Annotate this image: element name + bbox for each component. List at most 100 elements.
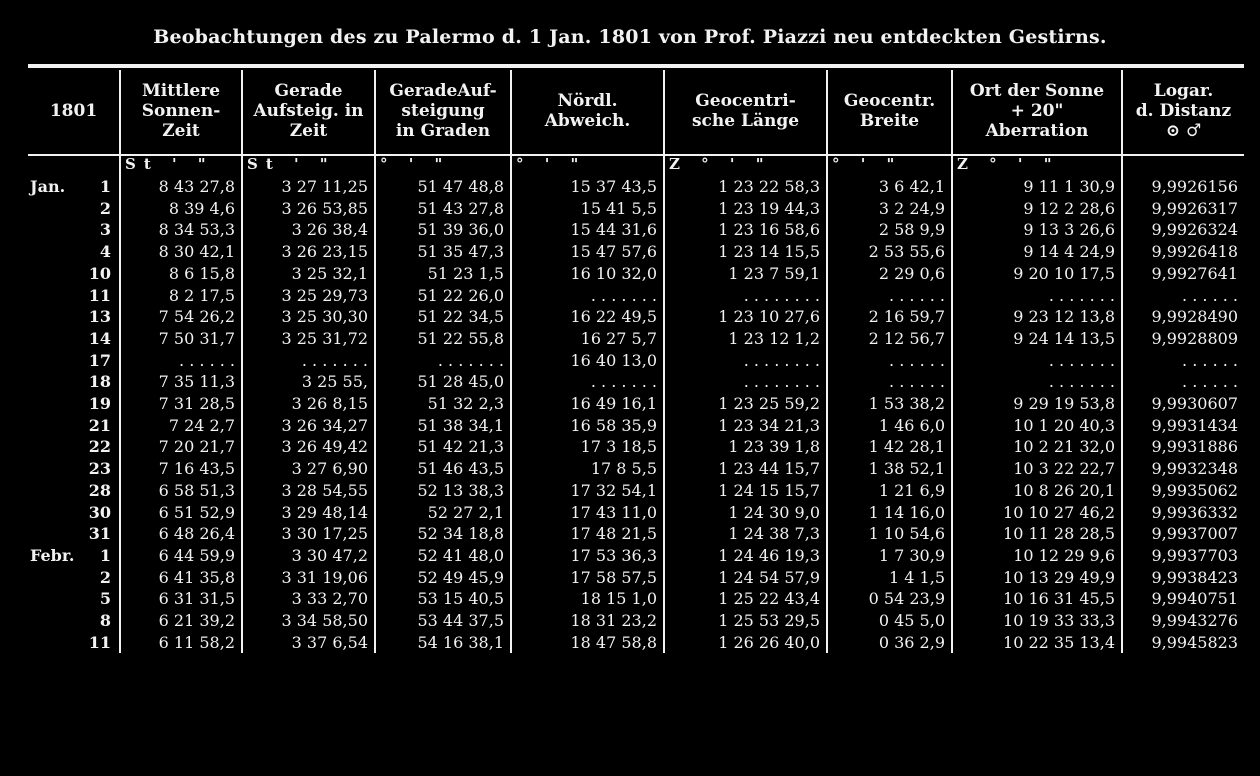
header-line: 1801 bbox=[49, 101, 98, 121]
cell-north-declination: 15 47 57,6 bbox=[510, 241, 664, 263]
cell-geocentric-longitude: 1 24 15 15,7 bbox=[663, 479, 827, 502]
cell-right-ascension-time: . . . . . . . bbox=[241, 349, 375, 372]
cell-right-ascension-degrees: 53 15 40,5 bbox=[374, 588, 511, 611]
cell-geocentric-latitude: 1 14 16,0 bbox=[826, 501, 952, 524]
cell-geocentric-longitude: 1 23 7 59,1 bbox=[663, 262, 827, 285]
units-row: St ' " St ' " ° ' " ° ' " Z ° ' " ° ' " Z ° ' … bbox=[28, 152, 1244, 176]
header-year: 1801 bbox=[28, 70, 120, 152]
cell-log-distance: 9,9931434 bbox=[1121, 414, 1244, 437]
cell-mean-solar-time: 6 21 39,2 bbox=[119, 610, 242, 632]
date-cell: 2 bbox=[28, 198, 120, 220]
header-line: GeradeAuf- bbox=[389, 81, 497, 101]
date-cell: 14 bbox=[28, 328, 120, 350]
header-line: Logar. bbox=[1153, 81, 1214, 101]
header-line: Gerade bbox=[274, 81, 343, 101]
table-row: 8 6 21 39,2 3 34 58,50 53 44 37,5 18 31 23,2… bbox=[28, 610, 1244, 632]
cell-right-ascension-time: 3 30 17,25 bbox=[241, 523, 375, 545]
cell-right-ascension-degrees: 52 27 2,1 bbox=[374, 501, 511, 524]
unit-cell: St ' " bbox=[241, 152, 375, 176]
cell-right-ascension-degrees: 51 32 2,3 bbox=[374, 393, 511, 415]
unit-label: St ' " bbox=[125, 155, 214, 173]
cell-right-ascension-degrees: . . . . . . . bbox=[374, 349, 511, 372]
cell-right-ascension-time: 3 26 49,42 bbox=[241, 436, 375, 459]
cell-geocentric-longitude: 1 23 34 21,3 bbox=[663, 414, 827, 437]
cell-north-declination: 18 15 1,0 bbox=[510, 588, 664, 611]
cell-geocentric-longitude: 1 24 54 57,9 bbox=[663, 566, 827, 589]
table-row: 3 8 34 53,3 3 26 38,4 51 39 36,0 15 44 31,6 1… bbox=[28, 219, 1244, 242]
cell-geocentric-longitude: 1 23 16 58,6 bbox=[663, 219, 827, 242]
cell-geocentric-longitude: 1 25 53 29,5 bbox=[663, 610, 827, 632]
page: Beobachtungen des zu Palermo d. 1 Jan. 1… bbox=[0, 0, 1260, 776]
cell-north-declination: 16 22 49,5 bbox=[510, 306, 664, 328]
unit-cell: Z ° ' " bbox=[663, 152, 827, 176]
cell-right-ascension-degrees: 51 35 47,3 bbox=[374, 241, 511, 263]
date-cell: 28 bbox=[28, 480, 120, 502]
header-north-declination: Nördl. Abweich. bbox=[510, 70, 664, 152]
table-body: Jan. 1 8 43 27,8 3 27 11,25 51 47 48,8 15 37 … bbox=[28, 176, 1244, 654]
table-row: 4 8 30 42,1 3 26 23,15 51 35 47,3 15 47 57,6… bbox=[28, 241, 1244, 263]
table-row: 28 6 58 51,3 3 28 54,55 52 13 38,3 17 32 54,… bbox=[28, 479, 1244, 502]
header-geocentric-latitude: Geocentr. Breite bbox=[826, 70, 952, 152]
date-cell: Jan. 1 bbox=[28, 176, 120, 198]
cell-log-distance: 9,9926324 bbox=[1121, 219, 1244, 242]
header-line: Geocentr. bbox=[843, 91, 936, 111]
cell-north-declination: 17 3 18,5 bbox=[510, 436, 664, 459]
cell-geocentric-longitude: 1 23 10 27,6 bbox=[663, 306, 827, 328]
unit-label: Z ° ' " bbox=[957, 155, 1060, 173]
cell-geocentric-longitude: 1 24 38 7,3 bbox=[663, 523, 827, 545]
day-label: 18 bbox=[88, 372, 111, 392]
cell-geocentric-latitude: 2 29 0,6 bbox=[826, 262, 952, 285]
cell-right-ascension-time: 3 26 38,4 bbox=[241, 219, 375, 242]
cell-geocentric-latitude: 0 36 2,9 bbox=[826, 631, 952, 654]
cell-sun-position: 10 2 21 32,0 bbox=[951, 436, 1122, 459]
day-label: 10 bbox=[88, 263, 111, 283]
cell-log-distance: 9,9936332 bbox=[1121, 501, 1244, 524]
unit-cell: St ' " bbox=[119, 152, 242, 176]
cell-log-distance: 9,9926156 bbox=[1121, 176, 1244, 198]
table-row: 31 6 48 26,4 3 30 17,25 52 34 18,8 17 48 21,… bbox=[28, 523, 1244, 545]
date-cell: 17 bbox=[28, 350, 120, 372]
cell-geocentric-latitude: 1 7 30,9 bbox=[826, 544, 952, 567]
cell-north-declination: 17 43 11,0 bbox=[510, 501, 664, 524]
day-label: 2 bbox=[99, 567, 111, 587]
cell-sun-position: . . . . . . . bbox=[951, 284, 1122, 307]
cell-log-distance: 9,9928490 bbox=[1121, 306, 1244, 328]
table-row: 19 7 31 28,5 3 26 8,15 51 32 2,3 16 49 16,1 1… bbox=[28, 393, 1244, 415]
table-row: 21 7 24 2,7 3 26 34,27 51 38 34,1 16 58 35,9… bbox=[28, 414, 1244, 437]
day-label: 1 bbox=[99, 545, 111, 565]
unit-label: Z ° ' " bbox=[669, 155, 772, 173]
cell-north-declination: 17 58 57,5 bbox=[510, 566, 664, 589]
cell-right-ascension-degrees: 51 47 48,8 bbox=[374, 176, 511, 198]
cell-geocentric-latitude: 1 21 6,9 bbox=[826, 479, 952, 502]
cell-geocentric-latitude: 1 53 38,2 bbox=[826, 393, 952, 415]
cell-north-declination: 15 41 5,5 bbox=[510, 197, 664, 220]
cell-right-ascension-time: 3 28 54,55 bbox=[241, 479, 375, 502]
cell-right-ascension-time: 3 29 48,14 bbox=[241, 501, 375, 524]
cell-geocentric-longitude: 1 23 19 44,3 bbox=[663, 197, 827, 220]
day-label: 13 bbox=[88, 307, 111, 327]
cell-log-distance: 9,9938423 bbox=[1121, 566, 1244, 589]
cell-geocentric-latitude: 2 16 59,7 bbox=[826, 306, 952, 328]
cell-north-declination: 17 8 5,5 bbox=[510, 458, 664, 480]
day-label: 22 bbox=[88, 437, 111, 457]
cell-geocentric-latitude: 2 53 55,6 bbox=[826, 241, 952, 263]
cell-geocentric-latitude: 1 38 52,1 bbox=[826, 458, 952, 480]
cell-north-declination: . . . . . . . bbox=[510, 284, 664, 307]
cell-right-ascension-time: 3 30 47,2 bbox=[241, 544, 375, 567]
table-row: 2 8 39 4,6 3 26 53,85 51 43 27,8 15 41 5,5 1 … bbox=[28, 197, 1244, 220]
cell-right-ascension-time: 3 26 8,15 bbox=[241, 393, 375, 415]
header-line: steigung bbox=[401, 101, 485, 121]
date-cell: 31 bbox=[28, 523, 120, 545]
cell-mean-solar-time: 6 41 35,8 bbox=[119, 566, 242, 589]
header-line: Breite bbox=[859, 111, 920, 131]
unit-label: ° ' " bbox=[516, 155, 587, 173]
unit-label: ° ' " bbox=[832, 155, 903, 173]
table-row: 10 8 6 15,8 3 25 32,1 51 23 1,5 16 10 32,0 1 … bbox=[28, 262, 1244, 285]
cell-north-declination: 17 53 36,3 bbox=[510, 544, 664, 567]
cell-mean-solar-time: 6 44 59,9 bbox=[119, 544, 242, 567]
cell-mean-solar-time: 8 30 42,1 bbox=[119, 241, 242, 263]
cell-right-ascension-degrees: 51 22 34,5 bbox=[374, 306, 511, 328]
unit-label: ° ' " bbox=[380, 155, 451, 173]
cell-geocentric-longitude: . . . . . . . . bbox=[663, 349, 827, 372]
day-label: 14 bbox=[88, 328, 111, 348]
